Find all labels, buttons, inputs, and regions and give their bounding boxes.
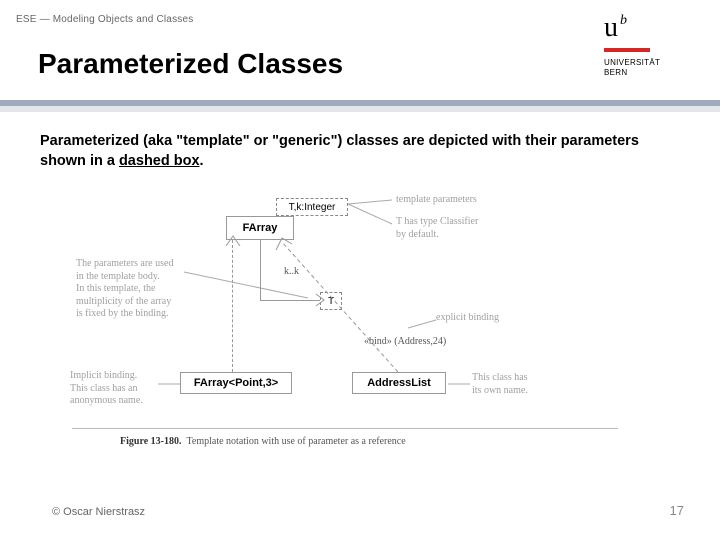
pointer-own-name (448, 380, 472, 388)
dep-line-right (280, 238, 420, 378)
page-number: 17 (670, 503, 684, 518)
note-own-name: This class has its own name. (472, 372, 528, 397)
course-header: ESE — Modeling Objects and Classes (16, 14, 193, 25)
note-params-used: The parameters are used in the template … (76, 258, 173, 321)
page-title: Parameterized Classes (38, 48, 343, 80)
template-param-box: T,k:Integer (276, 198, 348, 216)
pointer-explicit (408, 318, 438, 334)
logo-redbar (604, 48, 650, 52)
note-implicit-binding: Implicit binding. This class has an anon… (70, 370, 143, 408)
university-logo: ub UNIVERSITÄTBERN (604, 12, 696, 100)
note-template-parameters: template parameters (396, 194, 477, 207)
assoc-line-vert (260, 240, 261, 300)
footer-copyright: © Oscar Nierstrasz (52, 506, 145, 518)
dep-line-left (232, 240, 233, 372)
class-addresslist: AddressList (352, 372, 446, 394)
figure-rule (72, 428, 618, 429)
logo-text: UNIVERSITÄTBERN (604, 58, 660, 77)
uml-diagram: template parameters T has type Classifie… (120, 172, 640, 442)
title-divider-shadow (0, 106, 720, 112)
figure-caption: Figure 13-180. Template notation with us… (120, 436, 406, 447)
body-paragraph: Parameterized (aka "template" or "generi… (40, 132, 660, 171)
bind-stereotype: «bind» (Address,24) (364, 336, 446, 347)
class-farray-bound: FArray<Point,3> (180, 372, 292, 394)
dep-arrow-left (226, 236, 240, 248)
pointer-implicit (158, 380, 182, 388)
logo-letter: ub (604, 12, 625, 44)
note-explicit-binding: explicit binding (436, 312, 499, 325)
pointer-template-params (348, 198, 398, 238)
